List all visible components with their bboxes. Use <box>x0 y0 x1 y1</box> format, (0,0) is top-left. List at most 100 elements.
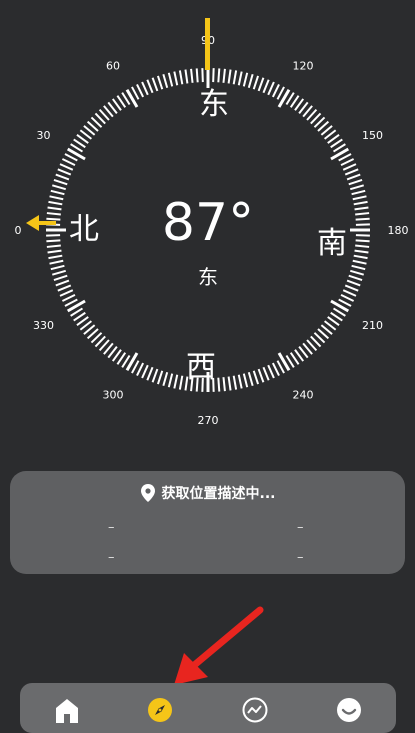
location-value-1: – <box>108 521 115 534</box>
minor-tick <box>355 251 369 253</box>
location-value-3: – <box>108 551 115 564</box>
scale-label-300: 300 <box>103 389 124 402</box>
minor-tick <box>62 295 75 301</box>
minor-tick <box>354 202 368 204</box>
minor-tick <box>169 374 172 388</box>
scale-label-270: 270 <box>198 414 219 427</box>
minor-tick <box>354 256 368 258</box>
minor-tick <box>58 169 71 174</box>
minor-tick <box>223 377 224 391</box>
cardinal-west: 西 <box>186 350 216 385</box>
cardinal-south: 南 <box>317 226 347 261</box>
home-icon[interactable] <box>54 697 80 723</box>
minor-tick <box>249 74 253 87</box>
minor-tick <box>197 68 198 82</box>
minor-tick <box>239 72 242 86</box>
minor-tick <box>347 281 360 286</box>
minor-tick <box>352 266 366 269</box>
minor-tick <box>47 245 61 246</box>
minor-tick <box>137 363 143 376</box>
minor-tick <box>50 196 64 199</box>
minor-tick <box>356 240 370 241</box>
minor-tick <box>218 68 219 82</box>
cardinal-north: 北 <box>69 212 99 247</box>
minor-tick <box>223 69 224 83</box>
minor-tick <box>47 213 61 214</box>
trend-icon[interactable] <box>242 697 268 723</box>
minor-tick <box>169 73 172 87</box>
scale-label-150: 150 <box>362 129 383 142</box>
minor-tick <box>353 196 367 199</box>
location-title: 获取位置描述中... <box>162 483 276 503</box>
minor-tick <box>191 69 192 83</box>
minor-tick <box>142 365 148 378</box>
minor-tick <box>218 378 219 392</box>
minor-tick <box>356 219 370 220</box>
minor-tick <box>163 74 167 87</box>
minor-tick <box>51 191 65 194</box>
minor-tick <box>249 372 253 385</box>
minor-tick <box>52 271 65 275</box>
location-value-4: – <box>297 551 304 564</box>
minor-tick <box>56 281 69 286</box>
minor-tick <box>46 240 60 241</box>
minor-tick <box>345 169 358 174</box>
minor-tick <box>244 374 247 388</box>
minor-tick <box>229 70 231 84</box>
minor-tick <box>234 376 236 390</box>
heading-direction: 东 <box>198 265 218 289</box>
compass-dial: 0306090120150180210240270300330 东 南 西 北 … <box>0 0 415 460</box>
minor-tick <box>142 82 148 95</box>
scale-label-30: 30 <box>36 129 50 142</box>
minor-tick <box>60 164 73 170</box>
minor-tick <box>263 367 268 380</box>
minor-tick <box>347 175 360 180</box>
minor-tick <box>343 290 356 296</box>
minor-tick <box>244 73 247 87</box>
minor-tick <box>268 365 274 378</box>
minor-tick <box>174 375 177 389</box>
minor-tick <box>341 295 354 301</box>
minor-tick <box>268 82 274 95</box>
heading-marker <box>205 18 210 70</box>
minor-tick <box>239 375 242 389</box>
minor-tick <box>352 191 366 194</box>
minor-tick <box>343 164 356 170</box>
minor-tick <box>153 78 158 91</box>
minor-tick <box>54 276 67 280</box>
minor-tick <box>56 175 69 180</box>
minor-tick <box>355 245 369 246</box>
scale-label-240: 240 <box>293 389 314 402</box>
location-pin-icon <box>140 484 156 502</box>
scale-label-180: 180 <box>388 224 409 237</box>
minor-tick <box>259 78 264 91</box>
minor-tick <box>158 371 162 384</box>
minor-tick <box>48 251 62 253</box>
cardinal-east: 东 <box>199 87 229 122</box>
minor-tick <box>62 159 75 165</box>
bottom-nav <box>20 683 396 733</box>
heading-value: 87° <box>162 193 254 253</box>
minor-tick <box>153 369 158 382</box>
compass-icon[interactable] <box>147 697 173 723</box>
minor-tick <box>185 70 187 84</box>
minor-tick <box>174 72 177 86</box>
minor-tick <box>54 180 67 184</box>
location-card: 获取位置描述中... – – – – <box>10 471 405 574</box>
minor-tick <box>147 80 152 93</box>
scale-label-0: 0 <box>15 224 22 237</box>
scale-label-120: 120 <box>293 59 314 72</box>
minor-tick <box>254 76 258 89</box>
minor-tick <box>48 256 62 258</box>
smile-icon[interactable] <box>336 697 362 723</box>
minor-tick <box>52 185 65 189</box>
minor-tick <box>353 261 367 264</box>
minor-tick <box>350 185 363 189</box>
minor-tick <box>349 180 362 184</box>
minor-tick <box>273 84 279 97</box>
minor-tick <box>180 70 182 84</box>
minor-tick <box>349 276 362 280</box>
minor-tick <box>158 76 162 89</box>
red-pointer-arrow-icon <box>170 605 265 690</box>
minor-tick <box>355 213 369 214</box>
